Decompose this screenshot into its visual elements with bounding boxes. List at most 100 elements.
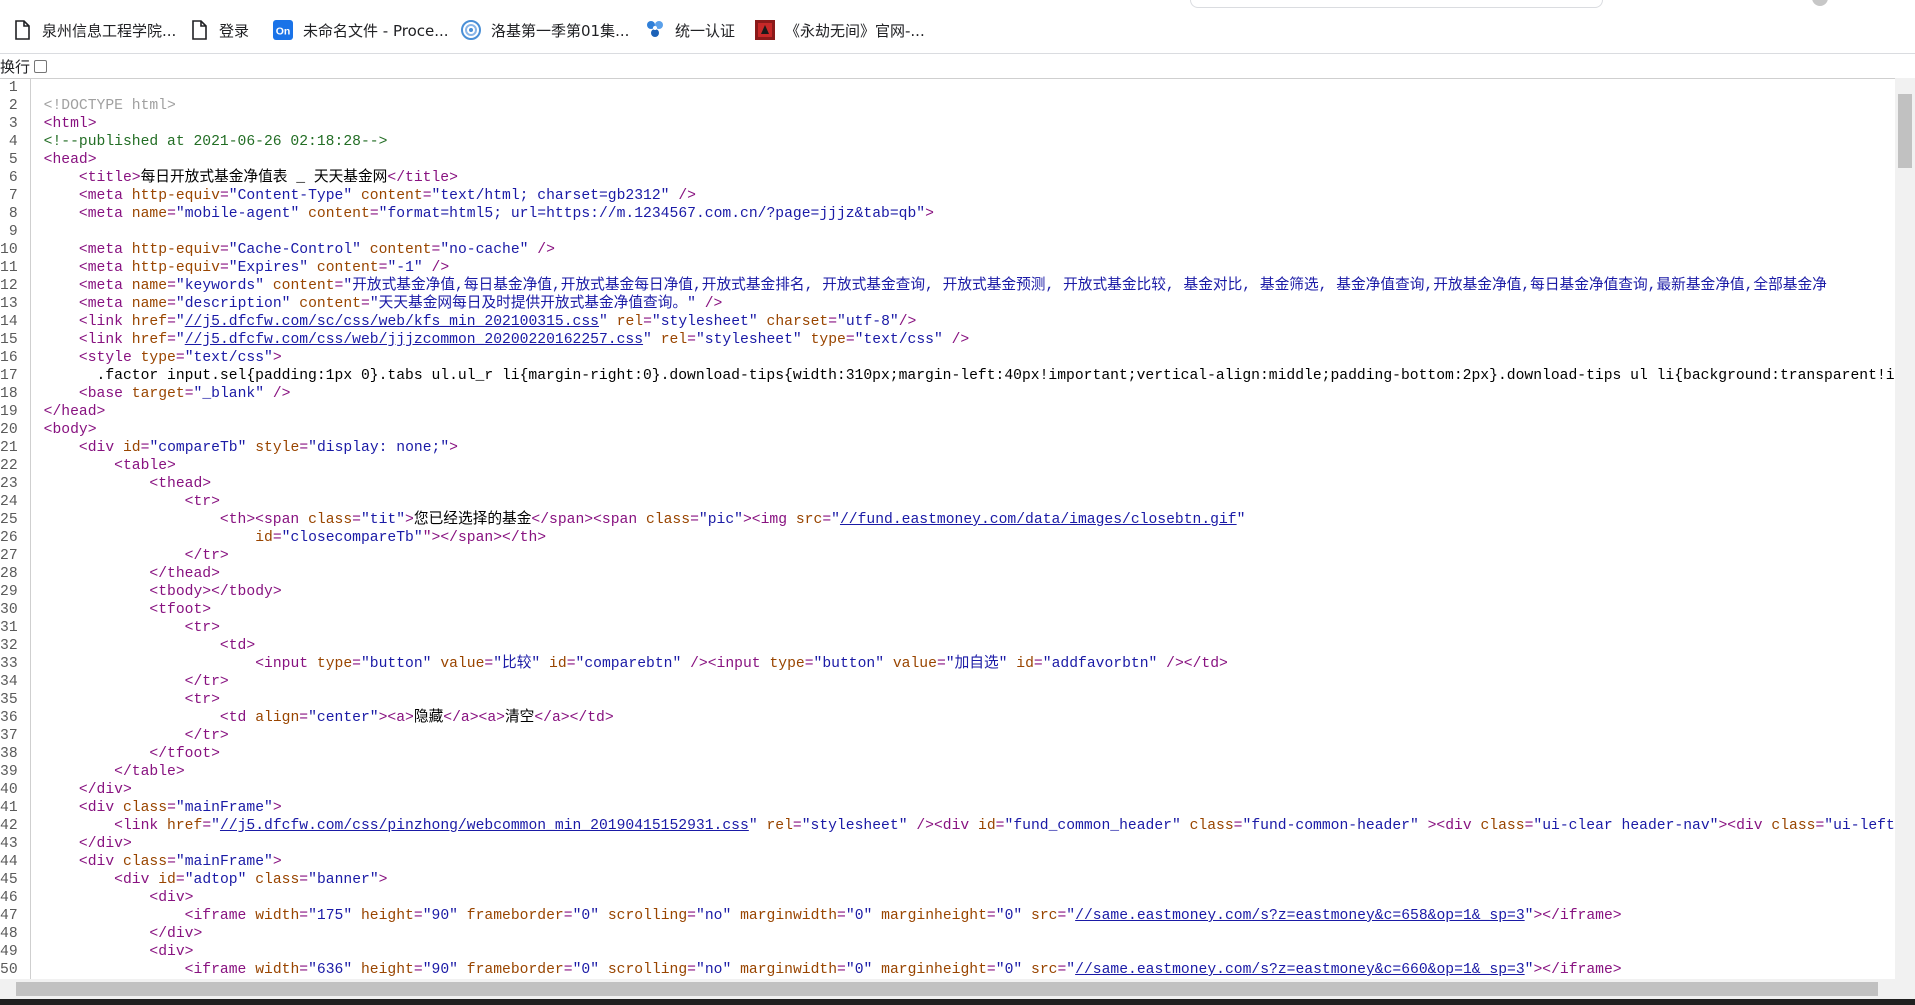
code-token: "adtop" (184, 872, 247, 888)
vertical-scroll-thumb[interactable] (1898, 94, 1912, 168)
code-token: " (748, 818, 758, 834)
line-content: <tr> (30, 619, 1895, 637)
line-number: 28 (0, 565, 31, 583)
code-token: "utf-8" (837, 314, 899, 330)
code-token: /> (669, 188, 696, 204)
code-token: type (316, 656, 353, 672)
bookmark-item[interactable]: 统一认证 (645, 17, 735, 43)
line-content: <thead> (30, 475, 1895, 493)
code-token: = (272, 530, 282, 546)
source-link[interactable]: //same.eastmoney.com/s?z=eastmoney&c=658… (1075, 908, 1525, 924)
code-token: <thead> (149, 476, 212, 492)
bookmark-item[interactable]: 《永劫无间》官网-... (755, 17, 925, 43)
horizontal-scrollbar[interactable] (0, 979, 1915, 999)
code-token: = (822, 512, 832, 528)
bookmark-item[interactable]: 登录 (189, 17, 249, 43)
line-wrap-checkbox[interactable] (34, 59, 48, 73)
code-token: <div (114, 872, 159, 888)
code-token: scrolling (599, 962, 688, 978)
line-content: <body> (30, 421, 1895, 439)
code-token: marginwidth (731, 962, 838, 978)
source-link[interactable]: //fund.eastmoney.com/data/images/closebt… (840, 512, 1237, 528)
code-token: = (167, 278, 176, 294)
code-token: 清空 (504, 710, 535, 726)
line-content: <html> (30, 115, 1895, 133)
code-token: align (255, 710, 300, 726)
horizontal-scroll-thumb[interactable] (16, 982, 1878, 996)
code-token: "format=html5; url=https://m.1234567.com… (378, 206, 926, 222)
source-link[interactable]: //j5.dfcfw.com/sc/css/web/kfs_min_202100… (185, 314, 599, 330)
source-line: 30 <tfoot> (0, 601, 1895, 619)
line-number: 20 (0, 421, 31, 439)
bookmark-item[interactable]: 洛基第一季第01集... (461, 17, 629, 43)
bookmark-item[interactable]: On 未命名文件 - Proce... (273, 17, 449, 43)
line-content: <!DOCTYPE html> (30, 97, 1895, 115)
game-icon (755, 20, 775, 40)
code-token: <iframe (184, 962, 256, 978)
line-number: 15 (0, 331, 31, 349)
code-token: <link (78, 332, 132, 348)
code-token: class (122, 854, 168, 870)
line-number: 29 (0, 583, 31, 601)
vertical-scrollbar[interactable] (1895, 78, 1915, 979)
source-link[interactable]: //j5.dfcfw.com/css/web/jjjzcommon_202002… (185, 332, 643, 348)
code-token: <meta (78, 278, 132, 294)
bookmarks-bar: 泉州信息工程学院... 登录 On 未命名文件 - Proce... 洛基第一季… (0, 0, 1915, 54)
source-line: 40 </div> (0, 781, 1895, 799)
source-line: 6 <title>每日开放式基金净值表 _ 天天基金网</title> (0, 169, 1895, 187)
code-token: "Content-Type" (228, 188, 353, 204)
code-token: <table> (114, 458, 176, 474)
line-content: </head> (30, 403, 1895, 421)
code-token: "加自选" (945, 656, 1008, 672)
code-token: "-1" (387, 260, 423, 276)
code-token: = (219, 188, 229, 204)
code-token: "display: none;" (308, 440, 450, 456)
code-token: = (837, 962, 846, 978)
code-token: "mainFrame" (175, 800, 273, 816)
profile-avatar[interactable] (1812, 0, 1828, 6)
source-line: 1 (0, 79, 1895, 97)
line-content: <input type="button" value="比较" id="comp… (30, 655, 1895, 673)
line-wrap-bar: 换行 (0, 54, 1915, 78)
bookmark-item[interactable]: 泉州信息工程学院... (12, 17, 176, 43)
code-token: " (643, 332, 652, 348)
source-view: 1 2 <!DOCTYPE html> 3 <html> 4 <!--published a… (0, 78, 1895, 980)
bookmark-label: 登录 (219, 21, 250, 40)
page-icon (189, 20, 209, 40)
source-link[interactable]: //j5.dfcfw.com/css/pinzhong/webcommon_mi… (220, 818, 749, 834)
line-content (30, 79, 1895, 97)
line-content: <meta http-equiv="Content-Type" content=… (30, 187, 1895, 205)
code-token: 每日开放式基金净值表 _ 天天基金网 (140, 170, 388, 186)
line-number: 6 (0, 169, 31, 187)
code-token: = (643, 314, 652, 330)
source-line: 31 <tr> (0, 619, 1895, 637)
line-content: </div> (30, 925, 1895, 943)
code-token: marginheight (872, 908, 987, 924)
code-token: "175" (308, 908, 353, 924)
code-token: content (360, 242, 432, 258)
source-link[interactable]: //same.eastmoney.com/s?z=eastmoney&c=660… (1075, 962, 1525, 978)
source-line: 25 <th><span class="tit">您已经选择的基金</span>… (0, 511, 1895, 529)
code-token: charset (757, 314, 829, 330)
line-number: 9 (0, 223, 31, 241)
code-token: = (936, 656, 946, 672)
code-token: = (687, 908, 696, 924)
code-token: </thead> (149, 566, 220, 582)
source-line: 17 .factor input.sel{padding:1px 0}.tabs… (0, 367, 1895, 385)
code-token: <div (78, 854, 123, 870)
source-line: 24 <tr> (0, 493, 1895, 511)
code-token: "></span></th> (422, 530, 547, 546)
code-token: /> (528, 242, 555, 258)
line-number: 37 (0, 727, 31, 745)
line-number: 2 (0, 97, 31, 115)
line-number: 5 (0, 151, 31, 169)
